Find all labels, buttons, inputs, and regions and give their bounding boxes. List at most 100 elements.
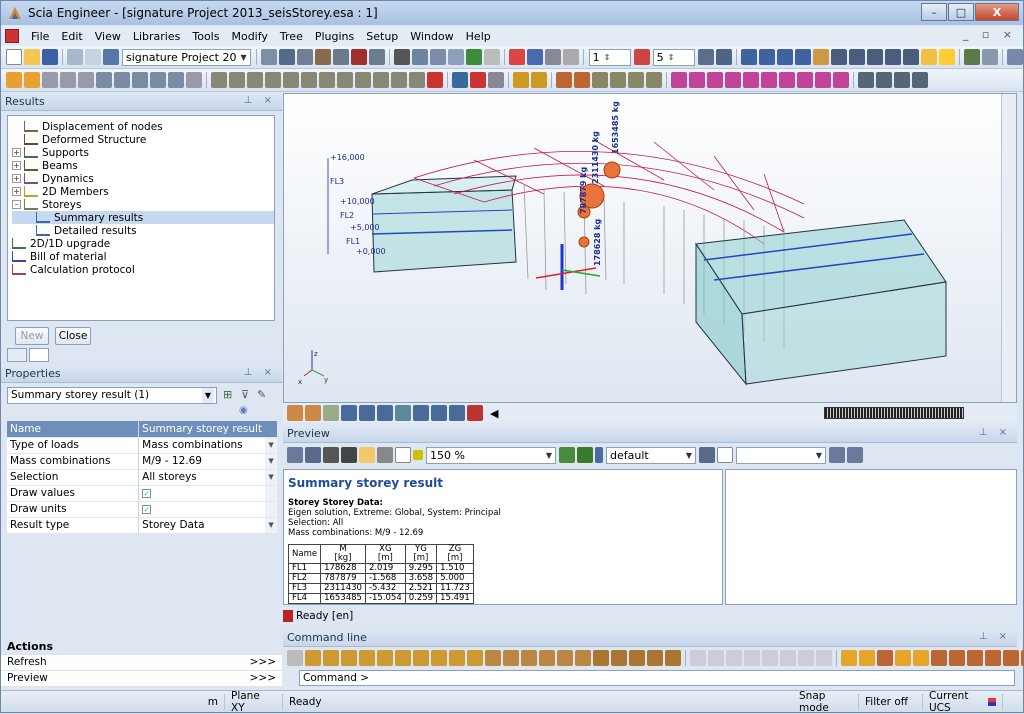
property-row[interactable]: Name Summary storey result [7, 421, 277, 438]
label-icon-3[interactable] [247, 72, 263, 88]
label-icon-5[interactable] [283, 72, 299, 88]
cmd-icon-22[interactable] [690, 650, 706, 666]
tool-icon-4[interactable] [314, 49, 331, 65]
close-button[interactable]: Close [55, 327, 91, 345]
tree-item[interactable]: Deformed Structure [12, 133, 274, 146]
scale-icon[interactable] [633, 49, 650, 65]
display-icon-2[interactable] [470, 72, 486, 88]
select-tool-icon[interactable]: ⊞ [223, 388, 232, 401]
table-grid-icon[interactable] [717, 447, 733, 463]
select-icon-1[interactable] [513, 72, 529, 88]
cmd-icon-38[interactable] [985, 650, 1001, 666]
cmd-icon-29[interactable] [816, 650, 832, 666]
cmd-icon-25[interactable] [744, 650, 760, 666]
expand-toggle-icon[interactable]: – [12, 200, 21, 209]
tree-item[interactable]: + Supports [12, 146, 274, 159]
structure-icon-10[interactable] [168, 72, 184, 88]
snap-mode-toggle[interactable]: Snap mode [793, 690, 859, 714]
structure-icon-5[interactable] [78, 72, 94, 88]
cmd-icon-39[interactable] [1003, 650, 1019, 666]
cmd-icon-30[interactable] [841, 650, 857, 666]
cmd-icon-6[interactable] [395, 650, 411, 666]
draw-icon-8[interactable] [413, 405, 429, 421]
tree-item[interactable]: Bill of material [12, 250, 274, 263]
structure-icon-7[interactable] [114, 72, 130, 88]
dropdown-arrow-icon[interactable]: ▼ [265, 453, 277, 470]
dropdown-arrow-icon[interactable]: ▼ [265, 517, 277, 534]
structure-icon-11[interactable] [186, 72, 202, 88]
report-add-icon[interactable] [559, 447, 575, 463]
tool-icon-6[interactable] [350, 49, 367, 65]
menu-file[interactable]: File [25, 30, 55, 43]
menu-help[interactable]: Help [460, 30, 497, 43]
tool-icon-2[interactable] [278, 49, 295, 65]
copy-icon[interactable] [287, 447, 303, 463]
print-icon[interactable] [393, 49, 410, 65]
menu-modify[interactable]: Modify [225, 30, 273, 43]
model-viewport[interactable]: +16,000 +10,000 +5,000 +0,000 FL3 FL2 FL… [283, 93, 1017, 403]
zoom-combo[interactable]: 150 % ▼ [426, 446, 556, 464]
view-icon-4[interactable] [794, 49, 811, 65]
settings-icon[interactable] [829, 447, 845, 463]
zoom-fit-icon[interactable] [902, 49, 919, 65]
tool-icon-1[interactable] [260, 49, 277, 65]
cmd-icon-23[interactable] [708, 650, 724, 666]
cmd-icon-32[interactable] [877, 650, 893, 666]
pin-icon[interactable]: ⊥ × [244, 367, 276, 378]
doc-icon[interactable] [465, 49, 482, 65]
property-row[interactable]: Type of loads Mass combinations ▼ [7, 437, 277, 454]
dropdown-arrow-icon[interactable]: ▼ [265, 469, 277, 486]
render-icon[interactable] [981, 49, 998, 65]
command-input[interactable]: Command > [299, 670, 1015, 686]
filter-icon-5[interactable] [743, 72, 759, 88]
tool-icon-7[interactable] [368, 49, 385, 65]
list-tab-icon[interactable] [29, 348, 49, 362]
tree-item[interactable]: +2D Members [12, 185, 274, 198]
picture-icon[interactable] [483, 49, 500, 65]
horizontal-scrollbar[interactable] [824, 407, 965, 419]
view-icon-1[interactable] [740, 49, 757, 65]
spin-field-1[interactable]: 1 ⇕ [588, 48, 631, 66]
structure-icon-8[interactable] [132, 72, 148, 88]
tree-item[interactable]: 2D/1D upgrade [12, 237, 274, 250]
property-value[interactable]: Storey Data [138, 517, 266, 534]
extra-combo[interactable]: ▼ [736, 446, 826, 464]
cmd-icon-7[interactable] [413, 650, 429, 666]
tree-item[interactable]: – Storeys [12, 198, 274, 211]
tree-item[interactable]: Summary results [12, 211, 274, 224]
filter-tool-icon[interactable]: ⊽ [241, 388, 249, 401]
page-icon[interactable] [359, 447, 375, 463]
label-icon-2[interactable] [229, 72, 245, 88]
print-preview-icon[interactable] [411, 49, 428, 65]
measure-icon[interactable] [715, 49, 732, 65]
cmd-icon-33[interactable] [895, 650, 911, 666]
filter-toggle[interactable]: Filter off [859, 693, 923, 710]
misc-icon-3[interactable] [894, 72, 910, 88]
cmd-icon-18[interactable] [611, 650, 627, 666]
printer-icon[interactable] [341, 447, 357, 463]
misc-icon-1[interactable] [858, 72, 874, 88]
tree-item[interactable]: Calculation protocol [12, 263, 274, 276]
view-icon-3[interactable] [776, 49, 793, 65]
label-icon-11[interactable] [391, 72, 407, 88]
checkbox[interactable]: ✓ [142, 505, 152, 514]
redo-icon[interactable] [85, 49, 101, 65]
print-icon[interactable] [323, 447, 339, 463]
filter-icon-6[interactable] [761, 72, 777, 88]
cmd-icon-4[interactable] [359, 650, 375, 666]
model-icon-6[interactable] [646, 72, 662, 88]
draw-icon-5[interactable] [359, 405, 375, 421]
cmd-icon-11[interactable] [485, 650, 501, 666]
cmd-icon-28[interactable] [798, 650, 814, 666]
draw-icon-9[interactable] [431, 405, 447, 421]
expand-toggle-icon[interactable]: + [12, 161, 21, 170]
draw-icon-4[interactable] [341, 405, 357, 421]
tool-icon-3[interactable] [296, 49, 313, 65]
new-file-icon[interactable] [6, 49, 22, 65]
zoom-all-icon[interactable] [884, 49, 901, 65]
cmd-icon-3[interactable] [341, 650, 357, 666]
zoom-in-icon[interactable] [830, 49, 847, 65]
menu-window[interactable]: Window [404, 30, 459, 43]
tree-item[interactable]: + Dynamics [12, 172, 274, 185]
display-icon-1[interactable] [452, 72, 468, 88]
